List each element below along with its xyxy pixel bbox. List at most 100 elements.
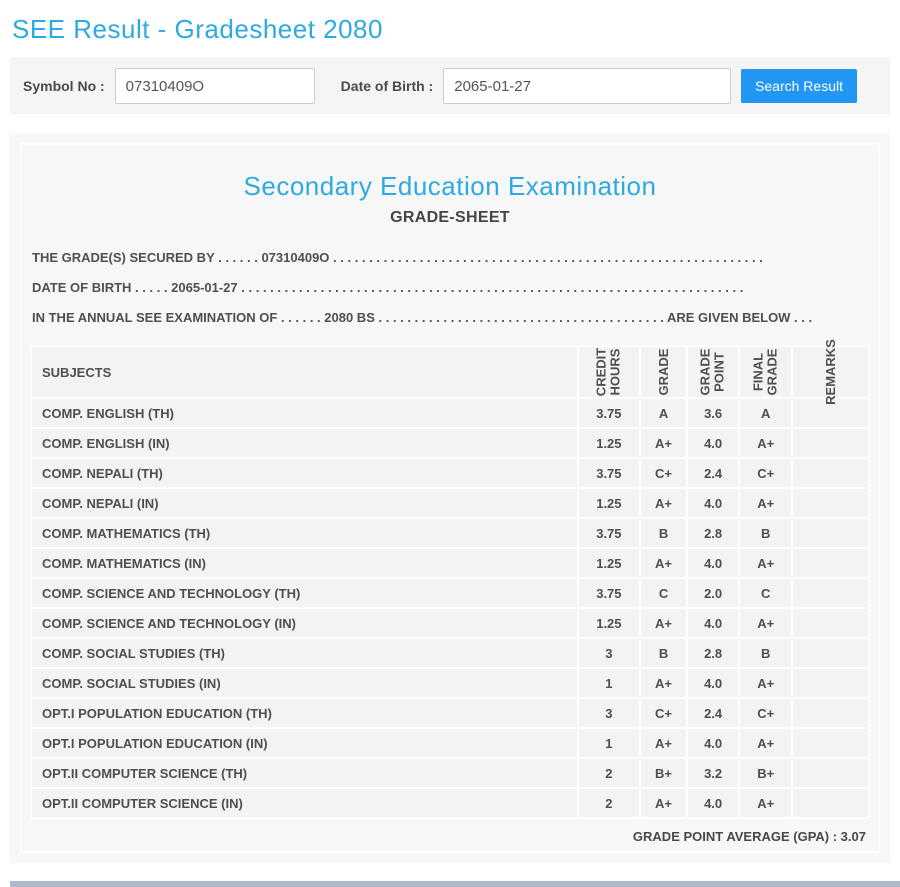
grade-header-label: GRADE [656, 349, 670, 396]
search-result-button[interactable]: Search Result [741, 69, 857, 103]
credit-hours-cell: 3.75 [578, 458, 641, 488]
final-grade-cell: A+ [739, 488, 792, 518]
grade-point-cell: 4.0 [687, 788, 740, 818]
grade-point-cell: 2.4 [687, 698, 740, 728]
table-row: COMP. ENGLISH (TH)3.75A3.6A [31, 398, 869, 428]
remarks-cell [792, 758, 869, 788]
table-row: COMP. SOCIAL STUDIES (TH)3B2.8B [31, 638, 869, 668]
credit-hours-cell: 1.25 [578, 548, 641, 578]
symbol-no-input[interactable] [115, 68, 315, 104]
table-row: COMP. ENGLISH (IN)1.25A+4.0A+ [31, 428, 869, 458]
page-title: SEE Result - Gradesheet 2080 [12, 14, 900, 45]
table-row: OPT.I POPULATION EDUCATION (TH)3C+2.4C+ [31, 698, 869, 728]
final-grade-cell: B+ [739, 758, 792, 788]
grade-cell: C+ [640, 458, 687, 488]
final-grade-cell: B [739, 518, 792, 548]
grade-cell: A+ [640, 728, 687, 758]
grade-cell: A+ [640, 608, 687, 638]
subject-cell: COMP. ENGLISH (TH) [31, 398, 578, 428]
remarks-cell [792, 428, 869, 458]
grade-cell: B+ [640, 758, 687, 788]
date-of-birth-line: DATE OF BIRTH . . . . . 2065-01-27 . . .… [30, 273, 870, 303]
remarks-cell [792, 488, 869, 518]
credit-hours-cell: 1.25 [578, 488, 641, 518]
grade-cell: A+ [640, 428, 687, 458]
grade-cell: A+ [640, 668, 687, 698]
table-header-row: SUBJECTS CREDIT HOURS GRADE GRADE POINT … [31, 346, 869, 398]
grade-point-cell: 4.0 [687, 728, 740, 758]
date-of-birth-input[interactable] [443, 68, 731, 104]
table-row: COMP. MATHEMATICS (IN)1.25A+4.0A+ [31, 548, 869, 578]
grade-point-cell: 4.0 [687, 548, 740, 578]
final-grade-cell: A+ [739, 728, 792, 758]
exam-year-line: IN THE ANNUAL SEE EXAMINATION OF . . . .… [30, 303, 870, 333]
gradesheet-panel: Secondary Education Examination GRADE-SH… [10, 133, 890, 863]
search-panel: Symbol No : Date of Birth : Search Resul… [10, 58, 890, 114]
remarks-cell [792, 548, 869, 578]
grade-point-cell: 3.2 [687, 758, 740, 788]
final-grade-cell: C+ [739, 458, 792, 488]
subject-cell: OPT.II COMPUTER SCIENCE (IN) [31, 788, 578, 818]
remarks-header-label: REMARKS [823, 339, 837, 405]
final-grade-cell: C+ [739, 698, 792, 728]
remarks-cell [792, 458, 869, 488]
remarks-cell [792, 578, 869, 608]
grade-point-cell: 2.4 [687, 458, 740, 488]
grade-point-cell: 2.0 [687, 578, 740, 608]
final-grade-cell: A+ [739, 788, 792, 818]
credit-hours-cell: 3 [578, 698, 641, 728]
subject-cell: COMP. MATHEMATICS (IN) [31, 548, 578, 578]
secured-by-line: THE GRADE(S) SECURED BY . . . . . . 0731… [30, 243, 870, 273]
remarks-cell [792, 728, 869, 758]
grade-point-cell: 2.8 [687, 518, 740, 548]
grade-cell: A+ [640, 788, 687, 818]
remarks-cell [792, 518, 869, 548]
credit-hours-cell: 2 [578, 758, 641, 788]
final-grade-header: FINAL GRADE [739, 346, 792, 398]
subject-cell: COMP. SCIENCE AND TECHNOLOGY (IN) [31, 608, 578, 638]
credit-hours-header-label: CREDIT HOURS [595, 348, 624, 396]
grade-cell: A [640, 398, 687, 428]
grade-cell: C [640, 578, 687, 608]
subject-cell: COMP. MATHEMATICS (TH) [31, 518, 578, 548]
grade-header: GRADE [640, 346, 687, 398]
grade-point-header-label: GRADE POINT [699, 349, 728, 396]
final-grade-cell: A+ [739, 548, 792, 578]
table-row: OPT.I POPULATION EDUCATION (IN)1A+4.0A+ [31, 728, 869, 758]
subject-cell: COMP. ENGLISH (IN) [31, 428, 578, 458]
grade-point-header: GRADE POINT [687, 346, 740, 398]
grade-point-cell: 4.0 [687, 668, 740, 698]
subject-cell: COMP. SCIENCE AND TECHNOLOGY (TH) [31, 578, 578, 608]
table-row: COMP. MATHEMATICS (TH)3.75B2.8B [31, 518, 869, 548]
bottom-scrollbar[interactable] [10, 881, 900, 887]
grade-point-cell: 4.0 [687, 608, 740, 638]
credit-hours-cell: 3.75 [578, 518, 641, 548]
subject-cell: OPT.I POPULATION EDUCATION (IN) [31, 728, 578, 758]
table-row: COMP. SOCIAL STUDIES (IN)1A+4.0A+ [31, 668, 869, 698]
credit-hours-header: CREDIT HOURS [578, 346, 641, 398]
subjects-header: SUBJECTS [31, 346, 578, 398]
grade-cell: C+ [640, 698, 687, 728]
grade-point-cell: 4.0 [687, 488, 740, 518]
remarks-cell [792, 698, 869, 728]
grade-cell: B [640, 518, 687, 548]
credit-hours-cell: 3 [578, 638, 641, 668]
final-grade-cell: A+ [739, 428, 792, 458]
table-row: OPT.II COMPUTER SCIENCE (IN)2A+4.0A+ [31, 788, 869, 818]
final-grade-cell: B [739, 638, 792, 668]
table-row: COMP. SCIENCE AND TECHNOLOGY (TH)3.75C2.… [31, 578, 869, 608]
remarks-cell [792, 638, 869, 668]
final-grade-header-label: FINAL GRADE [751, 349, 780, 396]
credit-hours-cell: 3.75 [578, 398, 641, 428]
gpa-line: GRADE POINT AVERAGE (GPA) : 3.07 [30, 829, 870, 844]
credit-hours-cell: 1 [578, 728, 641, 758]
remarks-cell [792, 668, 869, 698]
credit-hours-cell: 2 [578, 788, 641, 818]
table-row: COMP. NEPALI (IN)1.25A+4.0A+ [31, 488, 869, 518]
credit-hours-cell: 1.25 [578, 428, 641, 458]
table-row: COMP. NEPALI (TH)3.75C+2.4C+ [31, 458, 869, 488]
credit-hours-cell: 1.25 [578, 608, 641, 638]
credit-hours-cell: 3.75 [578, 578, 641, 608]
grade-cell: A+ [640, 548, 687, 578]
grade-point-cell: 3.6 [687, 398, 740, 428]
